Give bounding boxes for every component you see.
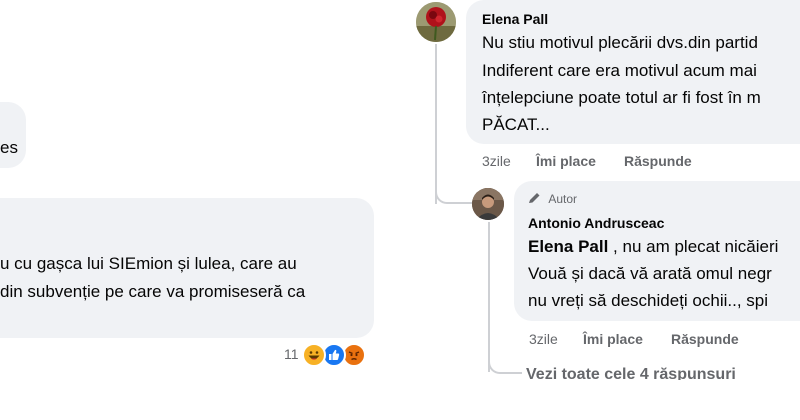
comment-text-line-3: nu vreți să deschideți ochii.., spi xyxy=(528,291,769,310)
like-label: Îmi place xyxy=(583,331,643,347)
reaction-summary[interactable]: 11 xyxy=(282,343,377,367)
rose-avatar-image xyxy=(416,2,456,42)
person-avatar-image xyxy=(472,188,504,220)
comment-text-line-1: Elena Pall , nu am plecat nicăieri xyxy=(528,236,778,258)
avatar[interactable] xyxy=(416,2,456,42)
thread-branch xyxy=(435,174,473,204)
comment-bubble: Elena Pall Nu stiu motivul plecării dvs.… xyxy=(466,0,800,144)
author-badge-label: Autor xyxy=(548,192,578,206)
reply-button[interactable]: Răspunde xyxy=(624,153,692,169)
like-button[interactable]: Îmi place xyxy=(583,331,643,347)
comment-bubble-partial-2: u cu gașca lui SIEmion și lulea, care au… xyxy=(0,198,374,338)
comment-text-line-2: Indiferent care era motivul acum mai xyxy=(482,61,757,80)
comment-text-line-1: u cu gașca lui SIEmion și lulea, care au xyxy=(0,254,297,273)
comment-bubble-partial-1: es xyxy=(0,102,26,168)
comment-time[interactable]: 3zile xyxy=(482,153,511,169)
pencil-icon xyxy=(529,193,540,203)
reaction-count: 11 xyxy=(284,346,299,362)
haha-icon xyxy=(302,343,326,367)
comment-text-line-2: din subvenție pe care va promiseseră ca xyxy=(0,282,306,301)
comment-author[interactable]: Elena Pall xyxy=(482,11,548,27)
reply-bubble: Autor Antonio Andrusceac Elena Pall , nu… xyxy=(514,181,800,321)
mention-link[interactable]: Elena Pall xyxy=(528,237,608,256)
like-button[interactable]: Îmi place xyxy=(536,153,596,169)
reply-button[interactable]: Răspunde xyxy=(671,331,739,347)
comment-text-line-3: înțelepciune poate totul ar fi fost în m xyxy=(482,88,761,107)
avatar[interactable] xyxy=(472,188,504,220)
comment-text-line-1: Nu stiu motivul plecării dvs.din partid xyxy=(482,33,758,52)
like-label: Îmi place xyxy=(536,153,596,169)
comment-text-line-4: PĂCAT... xyxy=(482,115,550,134)
comment-author[interactable]: Antonio Andrusceac xyxy=(528,215,664,231)
comment-time[interactable]: 3zile xyxy=(529,331,558,347)
author-badge: Autor xyxy=(528,192,577,206)
page-bottom xyxy=(0,380,800,420)
comment-text-line-2: Vouă și dacă vă arată omul negr xyxy=(528,264,772,283)
reply-label: Răspunde xyxy=(624,153,692,169)
thread-branch-2 xyxy=(488,350,522,374)
reply-label: Răspunde xyxy=(671,331,739,347)
comment-text: es xyxy=(0,138,18,157)
comment-text: , nu am plecat nicăieri xyxy=(608,237,779,256)
